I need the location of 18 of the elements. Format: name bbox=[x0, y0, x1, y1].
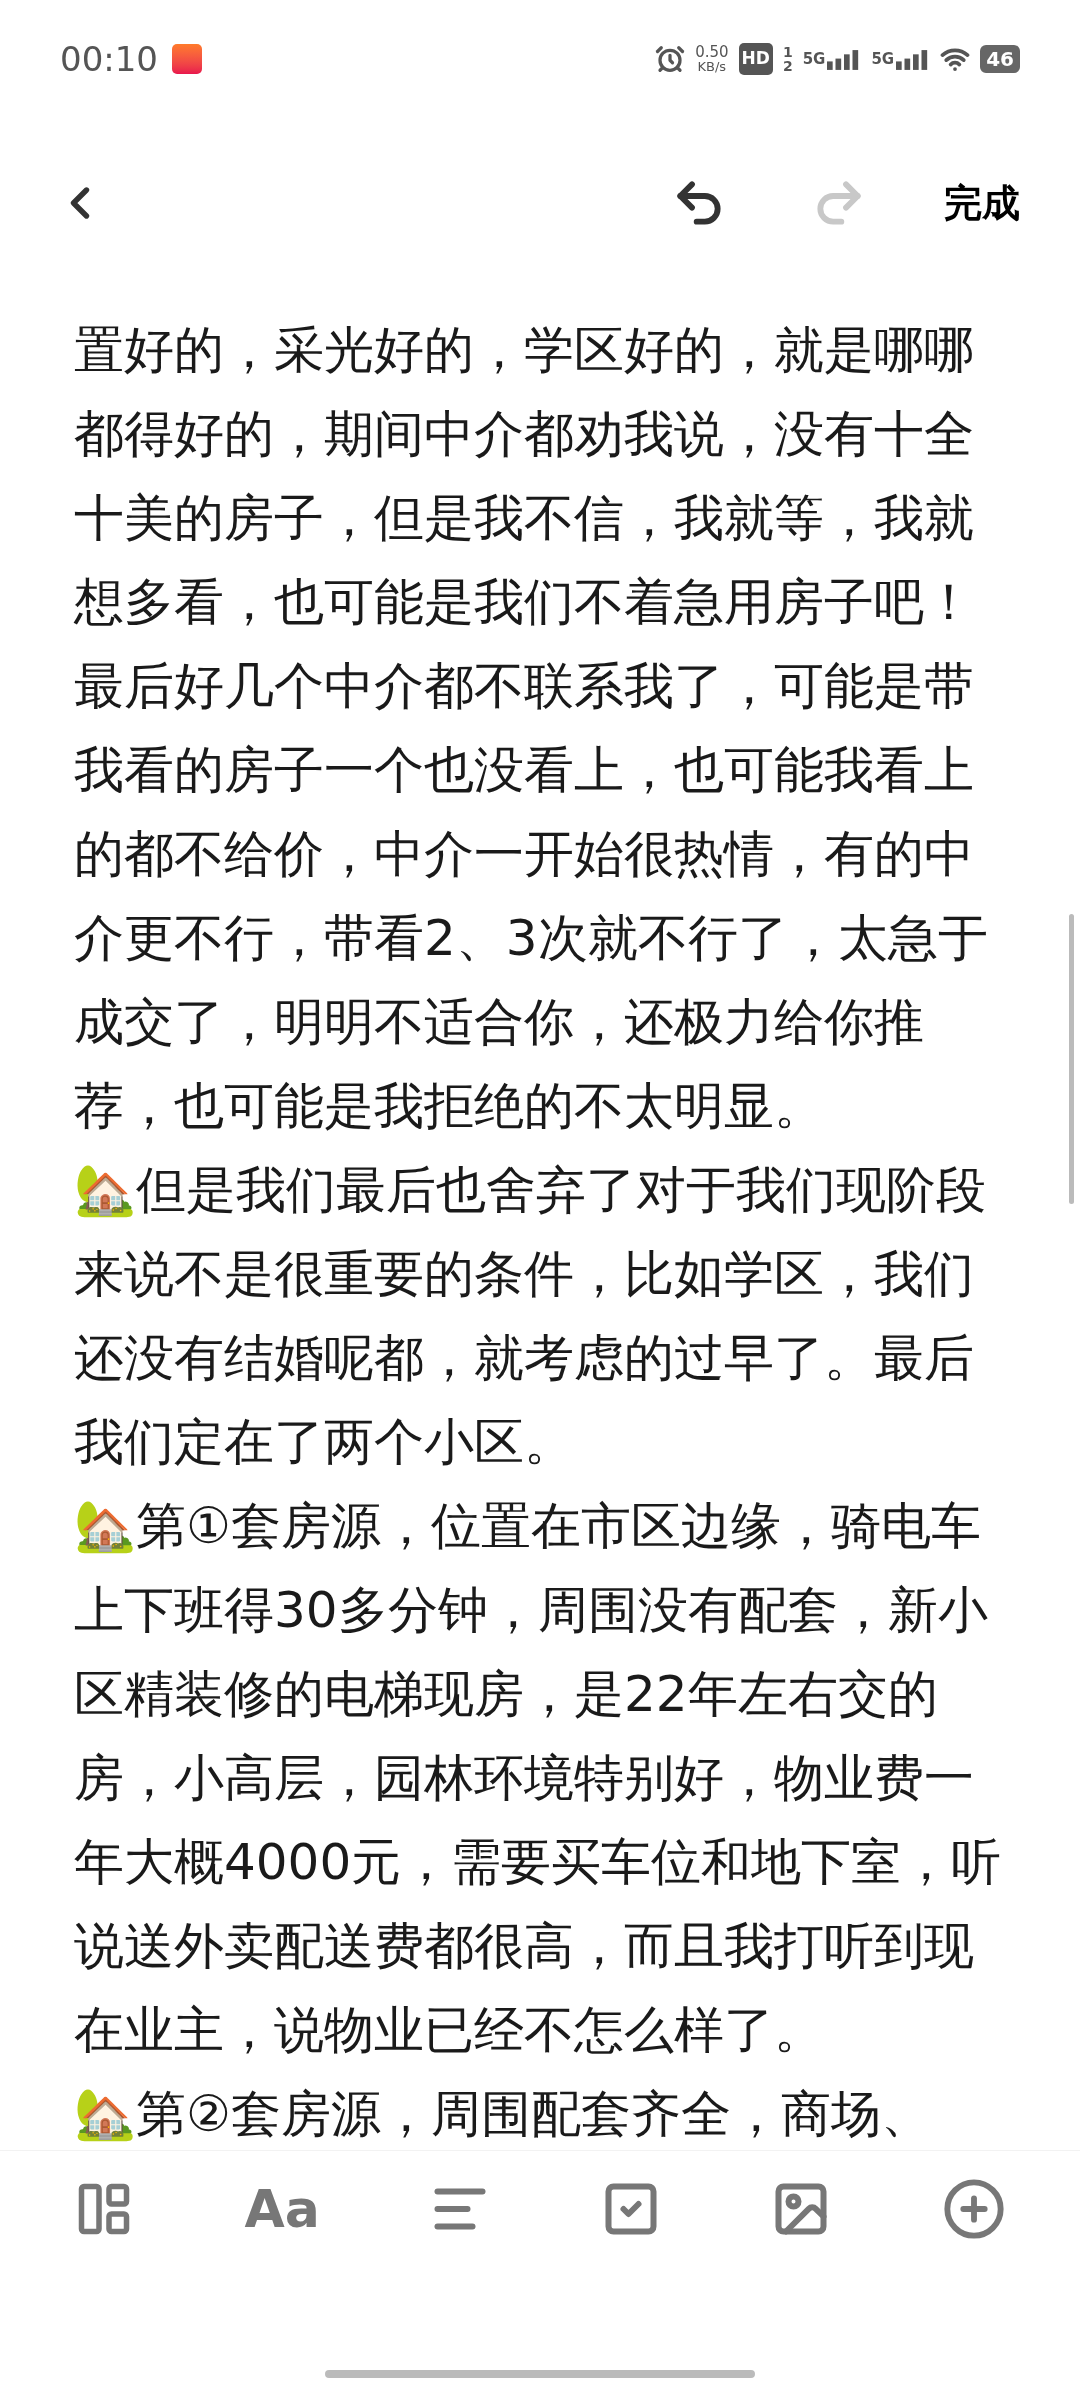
add-icon[interactable] bbox=[942, 2176, 1006, 2241]
clock-time: 00:10 bbox=[60, 37, 158, 81]
font-button[interactable]: Aa bbox=[244, 2169, 320, 2248]
done-button[interactable]: 完成 bbox=[944, 174, 1020, 232]
network-type: 5G bbox=[871, 48, 895, 70]
sim-number: 2 bbox=[782, 59, 793, 73]
network-type: 5G bbox=[802, 48, 826, 70]
alarm-icon bbox=[655, 44, 686, 74]
paragraph-text: 🏡第①套房源，位置在市区边缘，骑电车上下班得30多分钟，周围没有配套，新小区精装修的电梯现房，是22年左右交的房，小高层，园林环境特别好，物业费一年大概4000元，需要买车位和地下室，听说送外卖配送费都很高，而且我打听到现在业主，说物业已经不怎么样了。 bbox=[74, 1497, 1002, 2059]
paragraph-text: 🏡第②套房源，周围配套齐全，商场、 bbox=[74, 2085, 931, 2143]
battery-indicator: 46 bbox=[980, 45, 1020, 73]
paragraph-text: 🏡但是我们最后也舍弃了对于我们现阶段来说不是很重要的条件，比如学区，我们还没有结婚呢都，就考虑的过早了。最后我们定在了两个小区。 bbox=[74, 1161, 986, 1471]
speed-value: 0.50 bbox=[695, 45, 729, 60]
app-icon bbox=[172, 44, 202, 74]
paragraph-text: 置好的，采光好的，学区好的，就是哪哪都得好的，期间中介都劝我说，没有十全十美的房子，但是我不信，我就等，我就想多看，也可能是我们不着急用房子吧！最后好几个中介都不联系我了，可能是带我看的房子一个也没看上，也可能我看上的都不给价，中介一开始很热情，有的中介更不行，带看2、3次就不行了，太急于成交了，明明不适合你，还极力给你推荐，也可能是我拒绝的不太明显。 bbox=[74, 321, 988, 1135]
hd-badge: HD bbox=[738, 43, 773, 75]
sim-number: 1 bbox=[782, 45, 793, 59]
speed-unit: KB/s bbox=[697, 60, 727, 73]
